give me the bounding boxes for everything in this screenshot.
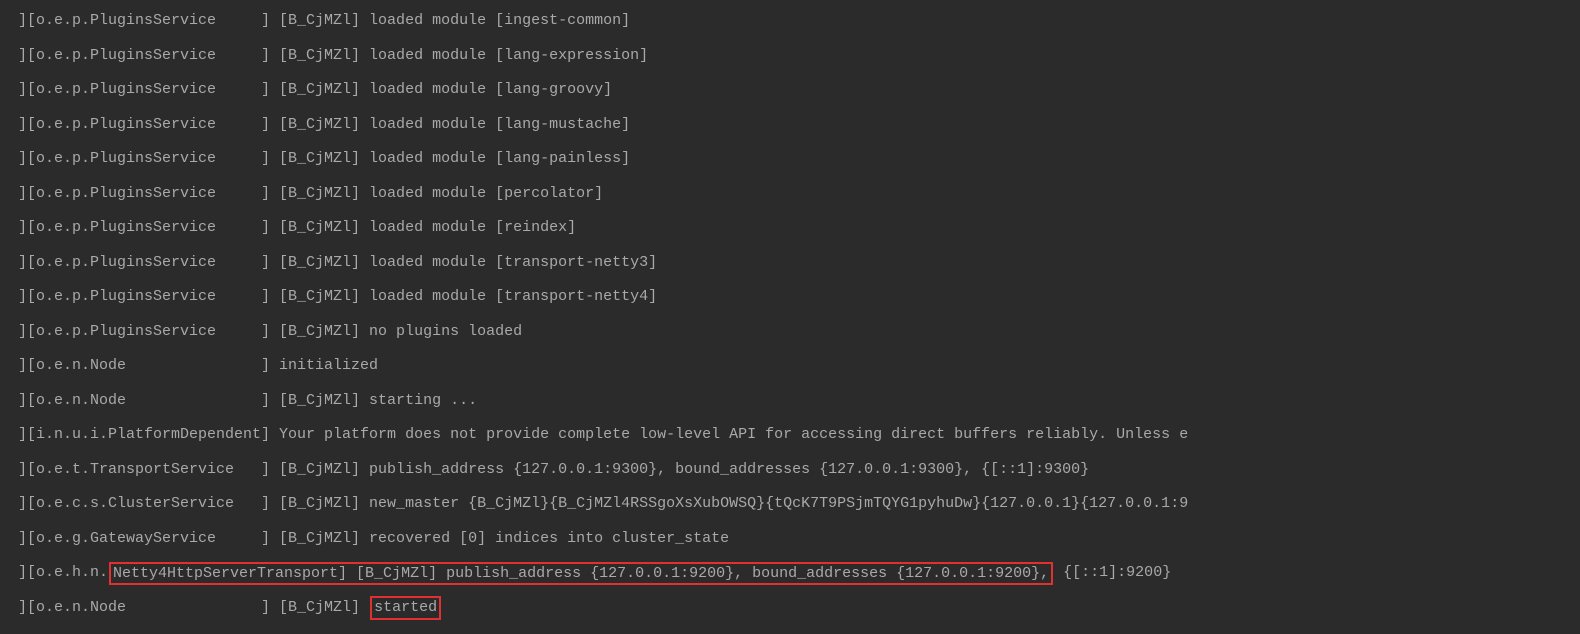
log-segment: ][o.e.p.PluginsService ] [B_CjMZl] loade… (18, 283, 657, 312)
log-segment: ][o.e.p.PluginsService ] [B_CjMZl] loade… (18, 42, 648, 71)
log-segment: ][i.n.u.i.PlatformDependent] Your platfo… (18, 421, 1188, 450)
log-segment: {[::1]:9200} (1054, 559, 1171, 588)
log-line: ][o.e.g.GatewayService ] [B_CjMZl] recov… (0, 522, 1580, 557)
log-segment: ][o.e.h.n. (18, 559, 108, 588)
log-line: ][o.e.p.PluginsService ] [B_CjMZl] loade… (0, 177, 1580, 212)
log-line: ][o.e.p.PluginsService ] [B_CjMZl] no pl… (0, 315, 1580, 350)
log-line: ][o.e.t.TransportService ] [B_CjMZl] pub… (0, 453, 1580, 488)
log-line: ][o.e.p.PluginsService ] [B_CjMZl] loade… (0, 39, 1580, 74)
terminal-log-output: ][o.e.p.PluginsService ] [B_CjMZl] loade… (0, 4, 1580, 625)
log-line: ][o.e.p.PluginsService ] [B_CjMZl] loade… (0, 108, 1580, 143)
log-segment: ][o.e.c.s.ClusterService ] [B_CjMZl] new… (18, 490, 1188, 519)
log-line: ][i.n.u.i.PlatformDependent] Your platfo… (0, 418, 1580, 453)
highlighted-segment: Netty4HttpServerTransport] [B_CjMZl] pub… (109, 562, 1053, 586)
log-segment: ][o.e.n.Node ] initialized (18, 352, 378, 381)
log-line: ][o.e.n.Node ] [B_CjMZl] started (0, 591, 1580, 626)
log-segment: ][o.e.n.Node ] [B_CjMZl] (18, 594, 369, 623)
log-segment: ][o.e.p.PluginsService ] [B_CjMZl] loade… (18, 249, 657, 278)
log-line: ][o.e.p.PluginsService ] [B_CjMZl] loade… (0, 246, 1580, 281)
log-segment: ][o.e.t.TransportService ] [B_CjMZl] pub… (18, 456, 1089, 485)
log-segment: ][o.e.p.PluginsService ] [B_CjMZl] no pl… (18, 318, 522, 347)
log-segment: ][o.e.p.PluginsService ] [B_CjMZl] loade… (18, 111, 630, 140)
log-segment: ][o.e.p.PluginsService ] [B_CjMZl] loade… (18, 76, 612, 105)
log-segment: ][o.e.n.Node ] [B_CjMZl] starting ... (18, 387, 477, 416)
log-segment: ][o.e.p.PluginsService ] [B_CjMZl] loade… (18, 214, 576, 243)
log-line: ][o.e.c.s.ClusterService ] [B_CjMZl] new… (0, 487, 1580, 522)
log-segment: ][o.e.p.PluginsService ] [B_CjMZl] loade… (18, 7, 630, 36)
log-line: ][o.e.n.Node ] initialized (0, 349, 1580, 384)
log-line: ][o.e.h.n.Netty4HttpServerTransport] [B_… (0, 556, 1580, 591)
log-segment: ][o.e.p.PluginsService ] [B_CjMZl] loade… (18, 180, 603, 209)
log-line: ][o.e.p.PluginsService ] [B_CjMZl] loade… (0, 73, 1580, 108)
highlighted-segment: started (370, 596, 441, 620)
log-line: ][o.e.p.PluginsService ] [B_CjMZl] loade… (0, 280, 1580, 315)
log-line: ][o.e.n.Node ] [B_CjMZl] starting ... (0, 384, 1580, 419)
log-line: ][o.e.p.PluginsService ] [B_CjMZl] loade… (0, 211, 1580, 246)
log-segment: ][o.e.p.PluginsService ] [B_CjMZl] loade… (18, 145, 630, 174)
log-line: ][o.e.p.PluginsService ] [B_CjMZl] loade… (0, 142, 1580, 177)
log-line: ][o.e.p.PluginsService ] [B_CjMZl] loade… (0, 4, 1580, 39)
log-segment: ][o.e.g.GatewayService ] [B_CjMZl] recov… (18, 525, 729, 554)
